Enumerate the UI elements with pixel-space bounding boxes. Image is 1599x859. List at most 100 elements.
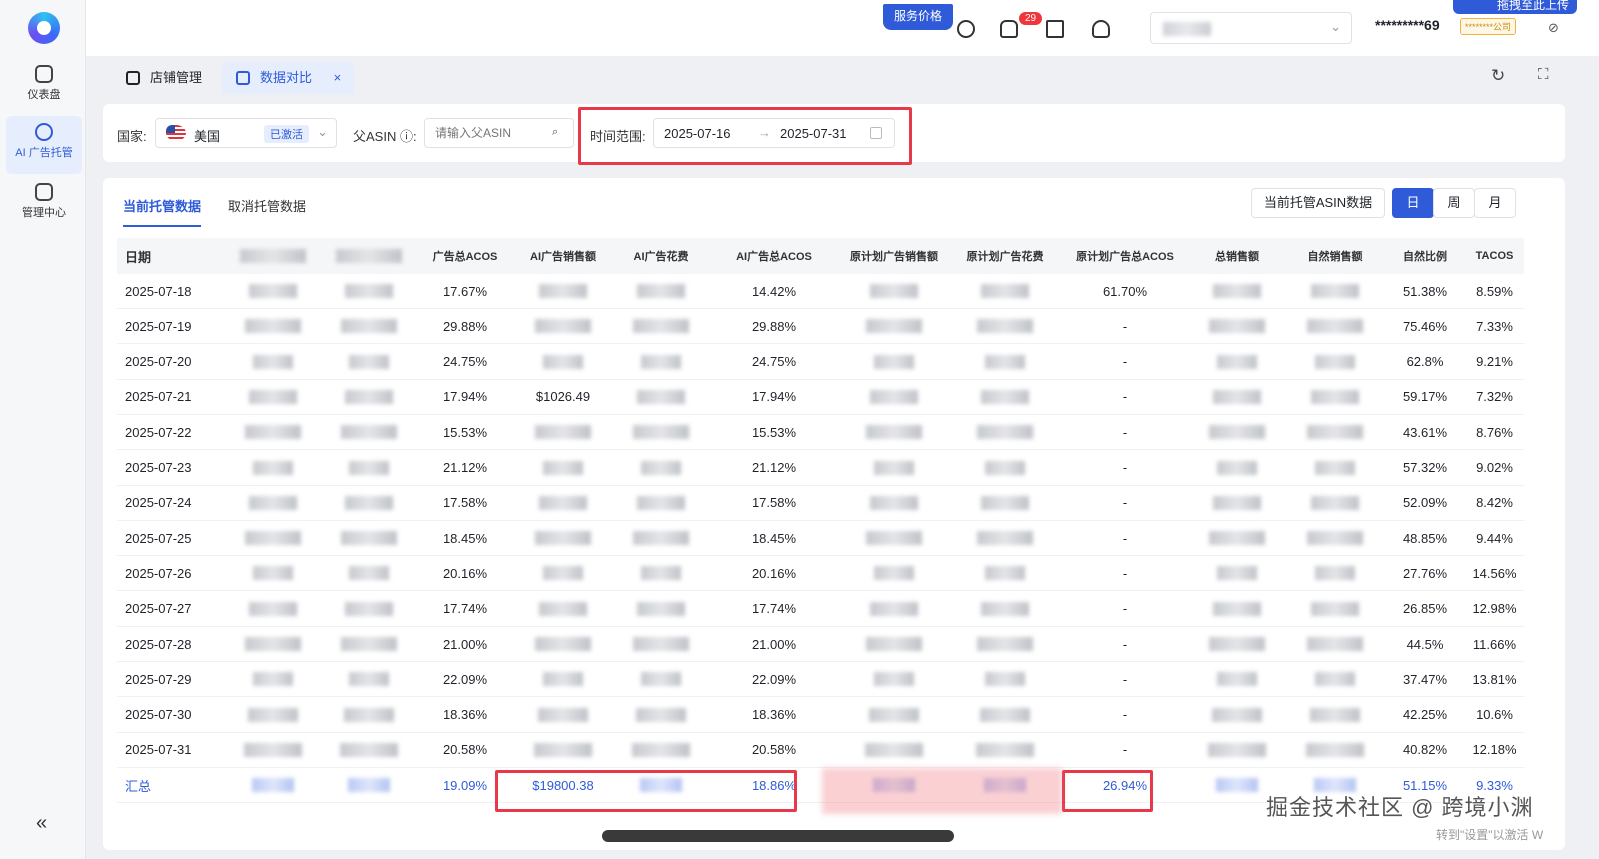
headset-icon[interactable] — [1092, 20, 1110, 38]
horizontal-scrollbar[interactable] — [602, 830, 954, 842]
tab-current-managed[interactable]: 当前托管数据 — [123, 196, 202, 227]
table-cell-acos: 15.53% — [442, 424, 488, 440]
table-cell-ai-acos: 20.58% — [751, 742, 797, 758]
table-cell-redacted — [949, 733, 1061, 767]
table-row: 2025-07-27 17.74% 17.74% - 26.85% 12.98% — [117, 592, 1524, 627]
table-cell-redacted — [321, 592, 417, 626]
tab-store-management[interactable]: 店铺管理 — [112, 62, 216, 94]
redacted-value — [980, 601, 1030, 616]
search-icon[interactable] — [957, 20, 975, 38]
redacted-value — [1306, 319, 1364, 334]
table-cell-orig-acos: - — [1122, 671, 1128, 687]
table-cell-redacted — [321, 415, 417, 449]
table-cell-natural-ratio: 48.85% — [1402, 530, 1448, 546]
table-cell-orig-acos: - — [1122, 354, 1128, 370]
redacted-value — [984, 460, 1026, 475]
watermark: 掘金技术社区 @ 跨境小渊 — [1266, 795, 1534, 820]
table-cell-redacted — [613, 733, 709, 767]
redacted-value — [248, 284, 298, 298]
table-cell-tacos: 12.18% — [1472, 742, 1517, 758]
table-cell-redacted — [1189, 451, 1285, 485]
table-row: 2025-07-26 20.16% 20.16% - 27.76% 14.56% — [117, 556, 1524, 592]
table-cell-ai-acos: 17.58% — [751, 495, 797, 511]
table-cell-ai-acos: 17.74% — [751, 601, 797, 617]
highlight-box-date-range — [578, 107, 912, 165]
table-cell-redacted — [949, 698, 1061, 732]
redacted-value — [1314, 460, 1356, 475]
day-button[interactable]: 日 — [1392, 188, 1434, 218]
service-price-button[interactable]: 服务价格 — [883, 4, 953, 30]
table-cell-natural-ratio: 27.76% — [1402, 565, 1448, 581]
refresh-icon[interactable]: ↻ — [1491, 66, 1505, 86]
redacted-area — [822, 768, 1062, 814]
redacted-value — [538, 284, 588, 298]
fullscreen-icon[interactable]: ⛶ — [1538, 66, 1549, 83]
bell-icon[interactable] — [1000, 20, 1018, 38]
sidebar-item-dashboard[interactable]: 仪表盘 — [6, 58, 82, 116]
redacted-value — [244, 425, 302, 440]
table-cell-date: 汇总 — [125, 778, 152, 794]
redacted-value — [976, 531, 1034, 546]
collapse-sidebar-icon[interactable]: « — [36, 812, 47, 835]
tab-data-compare[interactable]: 数据对比 × — [222, 62, 354, 94]
redacted-value — [534, 637, 592, 651]
chevron-down-icon: ⌄ — [317, 124, 328, 139]
table-cell-tacos: 8.59% — [1476, 283, 1513, 299]
table-cell-tacos: 7.32% — [1476, 389, 1513, 405]
table-cell-redacted — [225, 733, 321, 767]
month-button[interactable]: 月 — [1474, 188, 1516, 218]
table-cell-date: 2025-07-21 — [125, 389, 192, 405]
table-cell-redacted — [949, 415, 1061, 449]
table-cell-ai-acos: 21.12% — [751, 460, 797, 475]
table-cell-tacos: 12.98% — [1472, 601, 1517, 617]
table-cell-redacted — [513, 309, 613, 343]
table-cell-redacted — [1189, 556, 1285, 590]
bookmark-icon[interactable] — [1046, 20, 1064, 38]
redacted-value — [636, 389, 686, 404]
table-cell-redacted — [1285, 415, 1385, 449]
country-select[interactable]: 美国 已激活 ⌄ — [155, 118, 337, 148]
redacted-value — [534, 319, 592, 334]
close-icon[interactable]: × — [334, 70, 342, 85]
redacted-value — [984, 354, 1026, 369]
table-cell-redacted — [1285, 380, 1385, 414]
table-cell-redacted — [1285, 698, 1385, 732]
sidebar-item-ai-ad[interactable]: AI 广告托管 — [6, 116, 82, 174]
table-cell-redacted — [1285, 556, 1385, 590]
table-cell-redacted — [1285, 662, 1385, 696]
store-select[interactable]: ⌄ — [1150, 12, 1352, 44]
table-cell-redacted — [225, 380, 321, 414]
search-icon: ⌕ — [552, 126, 559, 138]
eye-hidden-icon[interactable]: ⊘ — [1548, 20, 1559, 36]
upload-drop-zone[interactable]: 拖拽至此上传 — [1453, 0, 1578, 14]
redacted-value — [1216, 566, 1258, 581]
week-button[interactable]: 周 — [1433, 188, 1475, 218]
table-cell-redacted — [613, 627, 709, 661]
column-header — [225, 238, 321, 274]
current-asin-data-button[interactable]: 当前托管ASIN数据 — [1251, 188, 1385, 218]
redacted-value — [873, 354, 915, 369]
table-cell-ai-acos: 15.53% — [751, 424, 797, 440]
app-logo[interactable] — [28, 12, 60, 44]
table-cell-orig-acos: - — [1122, 636, 1128, 652]
table-cell-acos: 17.74% — [442, 601, 488, 617]
tab-cancelled-managed[interactable]: 取消托管数据 — [228, 196, 306, 215]
redacted-value — [865, 319, 923, 334]
table-cell-orig-acos: - — [1122, 565, 1128, 581]
table-cell-redacted — [1285, 451, 1385, 485]
table-cell-redacted — [949, 662, 1061, 696]
table-cell-date: 2025-07-28 — [125, 636, 192, 652]
ai-ad-icon — [35, 123, 53, 141]
table-cell-acos: 17.58% — [442, 495, 488, 511]
table-cell-redacted — [949, 521, 1061, 555]
redacted-value — [865, 742, 923, 757]
table-cell-redacted — [513, 733, 613, 767]
table-cell-acos: 17.94% — [442, 389, 488, 405]
redacted-value — [542, 354, 584, 369]
table-cell-redacted — [839, 556, 949, 590]
redacted-value — [344, 601, 394, 616]
sidebar-item-management[interactable]: 管理中心 — [6, 176, 82, 234]
table-cell-redacted — [1285, 733, 1385, 767]
table-row: 2025-07-24 17.58% 17.58% - 52.09% 8.42% — [117, 486, 1524, 521]
redacted-value — [865, 531, 923, 546]
